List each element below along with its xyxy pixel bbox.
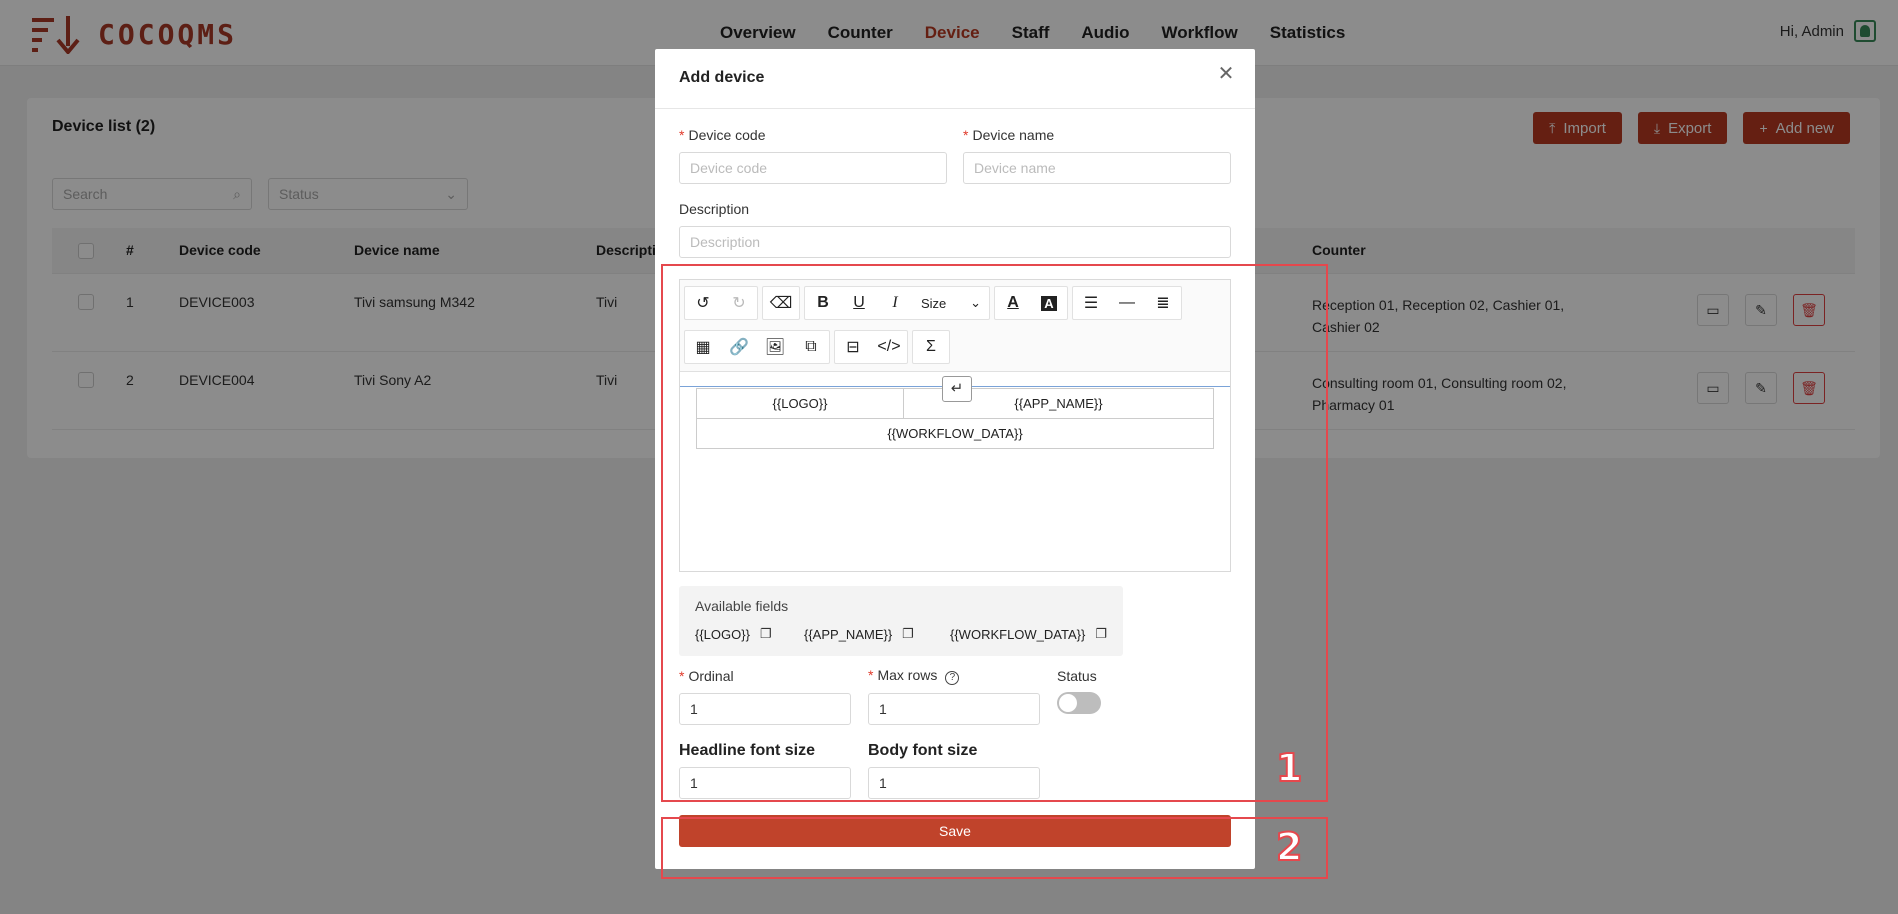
annotation-box-1 bbox=[661, 264, 1328, 802]
device-code-input[interactable]: Device code bbox=[679, 152, 947, 184]
close-icon[interactable]: ✕ bbox=[1215, 63, 1237, 85]
annotation-number-1: 1 bbox=[1275, 745, 1303, 791]
modal-header: Add device ✕ bbox=[655, 49, 1255, 109]
annotation-box-2 bbox=[661, 817, 1328, 879]
modal-title: Add device bbox=[679, 69, 765, 86]
description-label: Description bbox=[679, 201, 750, 217]
device-code-label-text: Device code bbox=[688, 127, 766, 143]
description-input[interactable]: Description bbox=[679, 226, 1231, 258]
device-name-label: * Device name bbox=[963, 127, 1054, 143]
required-mark: * bbox=[963, 127, 969, 143]
required-mark: * bbox=[679, 127, 685, 143]
annotation-number-2: 2 bbox=[1275, 824, 1303, 870]
device-name-label-text: Device name bbox=[972, 127, 1055, 143]
device-code-label: * Device code bbox=[679, 127, 766, 143]
device-name-input[interactable]: Device name bbox=[963, 152, 1231, 184]
